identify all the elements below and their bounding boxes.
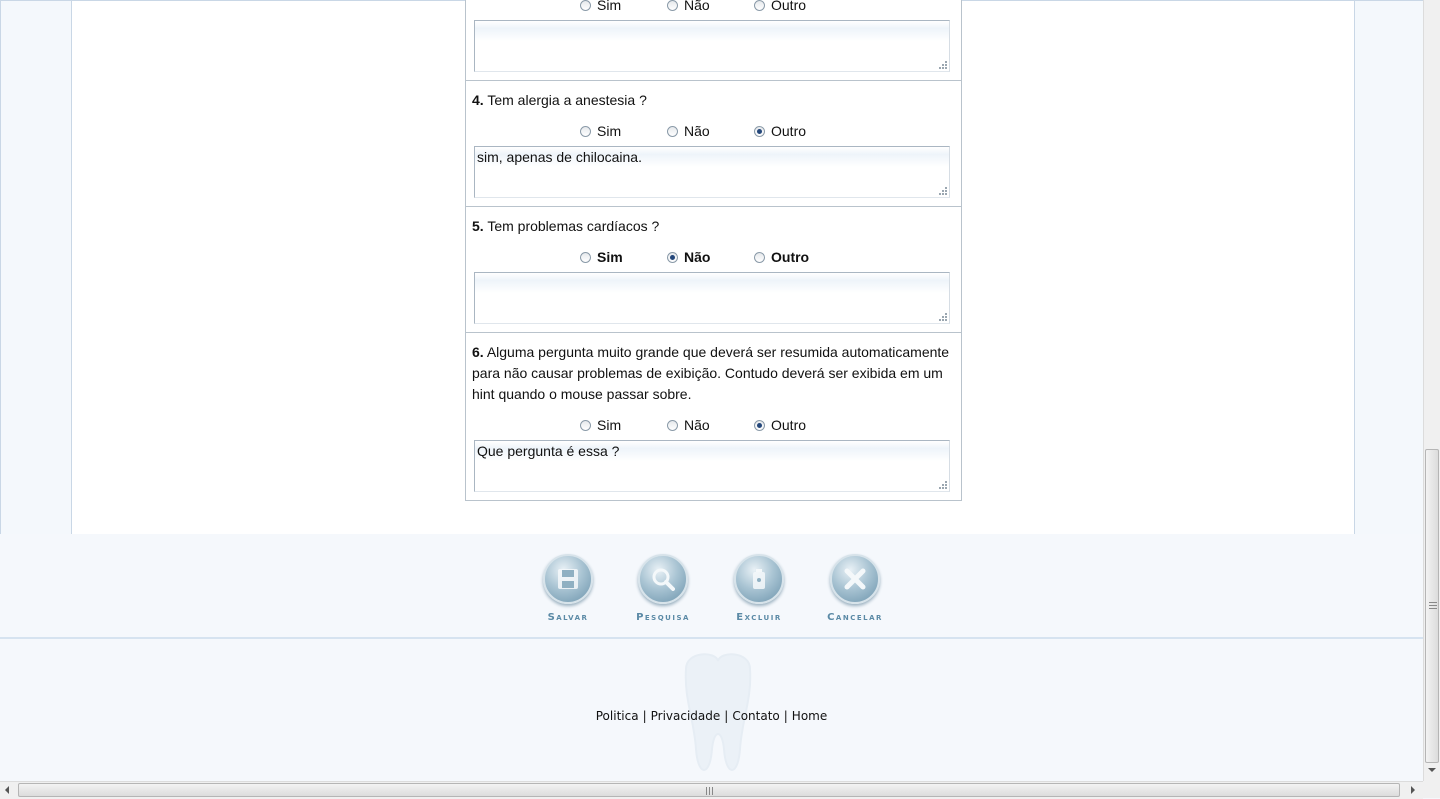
content-frame: Sim Não Outro 4. Tem alergia a anestesia… xyxy=(0,0,1423,535)
radio-sim[interactable] xyxy=(580,419,591,431)
page-viewport: Sim Não Outro 4. Tem alergia a anestesia… xyxy=(0,0,1423,781)
horizontal-scroll-thumb[interactable] xyxy=(18,783,1400,797)
x-icon xyxy=(830,554,880,604)
scroll-right-arrow-icon[interactable] xyxy=(1411,786,1415,794)
option-sim[interactable]: Sim xyxy=(580,0,667,13)
question-options: Sim Não Outro xyxy=(472,247,953,267)
radio-nao[interactable] xyxy=(667,0,678,11)
option-outro[interactable]: Outro xyxy=(754,123,806,139)
answer-textarea[interactable]: sim, apenas de chilocaina. xyxy=(474,146,950,198)
option-outro[interactable]: Outro xyxy=(754,249,809,265)
save-button[interactable]: Salvar xyxy=(528,554,608,623)
footer-link-contato[interactable]: Contato xyxy=(732,709,779,723)
question-options: Sim Não Outro xyxy=(472,415,953,435)
question-6: 6. Alguma pergunta muito grande que deve… xyxy=(466,332,961,500)
option-sim[interactable]: Sim xyxy=(580,249,667,265)
horizontal-scrollbar[interactable] xyxy=(0,781,1423,799)
scroll-left-arrow-icon[interactable] xyxy=(5,786,9,794)
radio-outro[interactable] xyxy=(754,251,765,263)
resize-grip[interactable] xyxy=(937,479,947,489)
radio-outro[interactable] xyxy=(754,419,765,431)
question-options: Sim Não Outro xyxy=(472,0,953,15)
question-4: 4. Tem alergia a anestesia ? Sim Não Out… xyxy=(466,80,961,206)
separator: | xyxy=(642,709,647,723)
delete-button[interactable]: Excluir xyxy=(719,554,799,623)
question-text: 6. Alguma pergunta muito grande que deve… xyxy=(472,344,950,402)
radio-sim[interactable] xyxy=(580,251,591,263)
option-nao[interactable]: Não xyxy=(667,0,754,13)
radio-outro[interactable] xyxy=(754,125,765,137)
footer-link-privacidade[interactable]: Privacidade xyxy=(651,709,721,723)
option-outro[interactable]: Outro xyxy=(754,0,806,13)
footer-link-home[interactable]: Home xyxy=(792,709,827,723)
radio-outro[interactable] xyxy=(754,0,765,11)
option-nao[interactable]: Não xyxy=(667,417,754,433)
question-text: 5. Tem problemas cardíacos ? xyxy=(472,218,660,234)
footer-links: Politica | Privacidade | Contato | Home xyxy=(0,709,1423,723)
cancel-button[interactable]: Cancelar xyxy=(815,554,895,623)
trash-icon xyxy=(734,554,784,604)
option-nao[interactable]: Não xyxy=(667,123,754,139)
vertical-scroll-thumb[interactable] xyxy=(1425,449,1439,763)
scroll-down-arrow-icon[interactable] xyxy=(1428,768,1436,772)
search-button[interactable]: Pesquisa xyxy=(623,554,703,623)
separator: | xyxy=(783,709,788,723)
content-panel: Sim Não Outro 4. Tem alergia a anestesia… xyxy=(71,0,1355,534)
radio-sim[interactable] xyxy=(580,125,591,137)
radio-nao[interactable] xyxy=(667,419,678,431)
question-options: Sim Não Outro xyxy=(472,121,953,141)
floppy-disk-icon xyxy=(543,554,593,604)
question-3: Sim Não Outro xyxy=(466,0,961,80)
answer-textarea[interactable] xyxy=(474,20,950,72)
resize-grip[interactable] xyxy=(937,59,947,69)
footer: Politica | Privacidade | Contato | Home xyxy=(0,639,1423,781)
radio-sim[interactable] xyxy=(580,0,591,11)
questionnaire: Sim Não Outro 4. Tem alergia a anestesia… xyxy=(465,0,962,501)
radio-nao[interactable] xyxy=(667,125,678,137)
answer-textarea[interactable] xyxy=(474,272,950,324)
scrollbar-corner xyxy=(1423,781,1440,798)
answer-textarea[interactable]: Que pergunta é essa ? xyxy=(474,440,950,492)
action-bar: Salvar Pesquisa Excluir Cancelar xyxy=(0,534,1423,639)
option-nao[interactable]: Não xyxy=(667,249,754,265)
resize-grip[interactable] xyxy=(937,311,947,321)
resize-grip[interactable] xyxy=(937,185,947,195)
separator: | xyxy=(724,709,729,723)
vertical-scrollbar[interactable] xyxy=(1423,0,1440,781)
question-5: 5. Tem problemas cardíacos ? Sim Não Out… xyxy=(466,206,961,332)
footer-link-politica[interactable]: Politica xyxy=(596,709,639,723)
option-outro[interactable]: Outro xyxy=(754,417,806,433)
option-sim[interactable]: Sim xyxy=(580,417,667,433)
question-text: 4. Tem alergia a anestesia ? xyxy=(472,92,647,108)
radio-nao[interactable] xyxy=(667,251,678,263)
option-sim[interactable]: Sim xyxy=(580,123,667,139)
magnifier-icon xyxy=(638,554,688,604)
